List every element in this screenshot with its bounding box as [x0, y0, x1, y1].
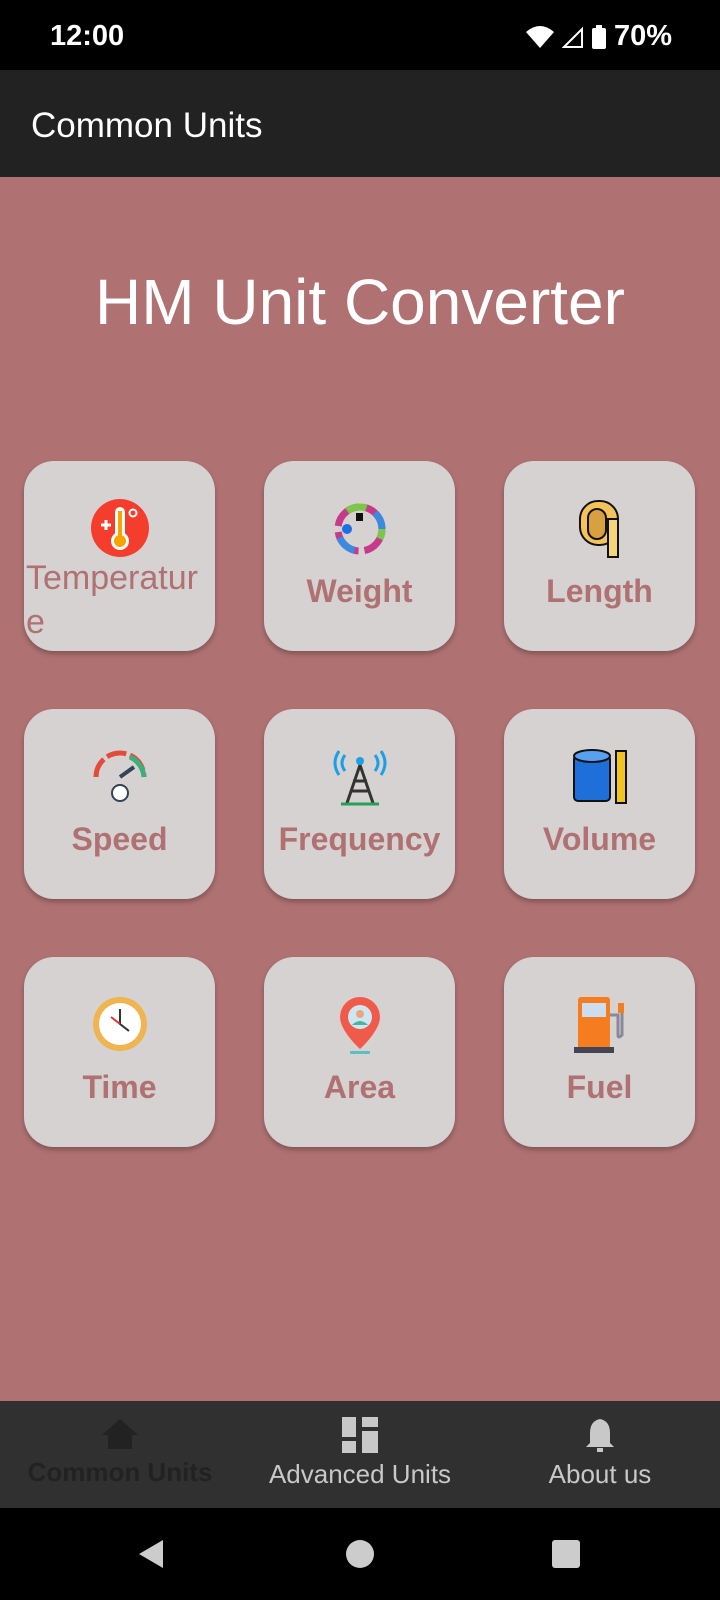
tape-measure-icon: [578, 500, 619, 558]
card-fuel[interactable]: Fuel: [504, 957, 695, 1147]
card-area[interactable]: Area: [264, 957, 455, 1147]
status-bar: 12:00 70%: [0, 0, 720, 70]
recents-icon[interactable]: [552, 1540, 580, 1568]
status-time: 12:00: [50, 20, 125, 52]
card-label: Fuel: [566, 1069, 633, 1105]
card-time[interactable]: Time: [24, 957, 215, 1147]
card-label: Speed: [71, 821, 168, 857]
speedometer-icon: [93, 750, 146, 802]
antenna-tower-icon: [333, 750, 386, 806]
wifi-icon: [525, 25, 554, 48]
card-label: Volume: [542, 821, 657, 857]
battery-icon: [591, 24, 606, 49]
card-temperature[interactable]: Temperature: [24, 461, 215, 651]
card-volume[interactable]: Volume: [504, 709, 695, 899]
location-pin-icon: [339, 997, 380, 1054]
home-button-icon[interactable]: [346, 1540, 374, 1568]
fuel-pump-icon: [573, 997, 624, 1053]
home-icon: [102, 1419, 138, 1449]
thermometer-icon: [90, 499, 149, 557]
card-label: Frequency: [278, 821, 441, 857]
nav-common-units[interactable]: Common Units: [0, 1401, 240, 1508]
app-bar: Common Units: [0, 70, 720, 177]
card-speed[interactable]: Speed: [24, 709, 215, 899]
nav-about-us[interactable]: About us: [480, 1401, 720, 1508]
weight-cycle-icon: [334, 503, 385, 555]
dashboard-icon: [342, 1417, 378, 1453]
app-bar-title: Common Units: [31, 106, 263, 145]
card-label: Area: [323, 1069, 396, 1105]
card-label: Temperature: [26, 559, 198, 641]
system-navigation-bar: [0, 1508, 720, 1600]
battery-level: 70%: [613, 20, 672, 52]
card-label: Time: [82, 1069, 157, 1105]
back-icon[interactable]: [137, 1538, 165, 1570]
bottom-navigation: Common Units Advanced Units About us: [0, 1401, 720, 1508]
card-length[interactable]: Length: [504, 461, 695, 651]
nav-label: Advanced Units: [268, 1459, 452, 1489]
card-label: Length: [546, 573, 653, 609]
card-label: Weight: [306, 573, 413, 609]
clock-icon: [92, 997, 147, 1051]
cylinder-icon: [572, 749, 627, 804]
signal-icon: [561, 26, 583, 48]
nav-label: About us: [548, 1459, 652, 1489]
card-weight[interactable]: Weight: [264, 461, 455, 651]
card-frequency[interactable]: Frequency: [264, 709, 455, 899]
nav-label: Common Units: [27, 1457, 213, 1487]
page-title: HM Unit Converter: [95, 266, 625, 338]
bell-icon: [586, 1419, 614, 1452]
nav-advanced-units[interactable]: Advanced Units: [240, 1401, 480, 1508]
